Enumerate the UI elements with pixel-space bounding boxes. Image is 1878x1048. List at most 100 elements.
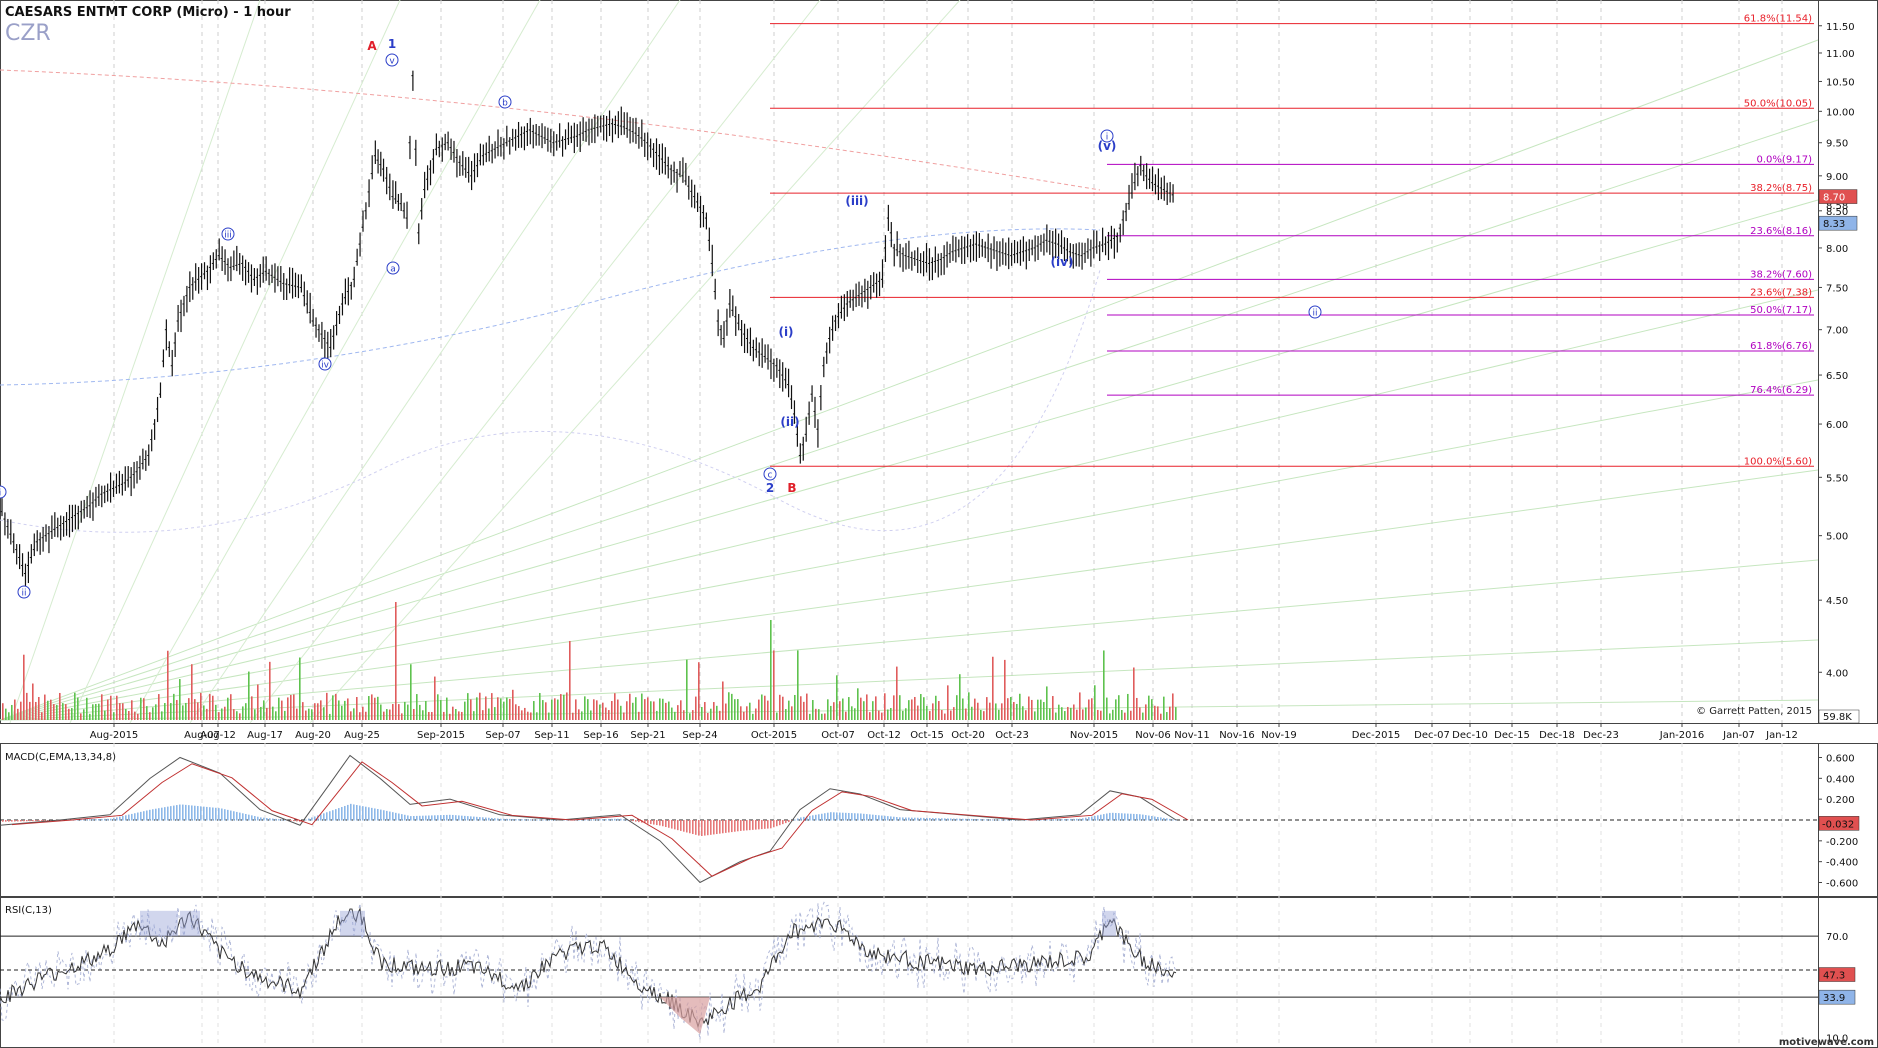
volume-bar bbox=[272, 706, 274, 720]
volume-bar bbox=[1160, 713, 1162, 720]
macd-hist-bar bbox=[866, 814, 868, 821]
volume-bar bbox=[59, 692, 61, 720]
fan-line bbox=[0, 469, 1819, 721]
macd-hist-bar bbox=[26, 820, 28, 822]
volume-bar bbox=[704, 702, 706, 720]
macd-hist-bar bbox=[449, 814, 451, 821]
volume-bar bbox=[1115, 699, 1117, 720]
macd-hist-bar bbox=[1133, 813, 1135, 821]
macd-hist-bar bbox=[494, 818, 496, 821]
volume-bar bbox=[470, 699, 472, 720]
volume-bar bbox=[959, 674, 961, 720]
fan-line bbox=[0, 39, 1819, 721]
macd-hist-bar bbox=[1070, 818, 1072, 821]
macd-hist-bar bbox=[584, 819, 586, 821]
macd-hist-bar bbox=[455, 815, 457, 821]
macd-hist-bar bbox=[689, 820, 691, 834]
volume-bar bbox=[32, 683, 34, 720]
volume-bar bbox=[944, 713, 946, 720]
volume-bar bbox=[20, 701, 22, 720]
macd-hist-bar bbox=[593, 819, 595, 821]
volume-bar bbox=[578, 709, 580, 720]
volume-bar bbox=[479, 692, 481, 720]
volume-bar bbox=[50, 699, 52, 720]
volume-bar bbox=[1016, 703, 1018, 720]
macd-hist-bar bbox=[1106, 813, 1108, 821]
volume-bar bbox=[1151, 699, 1153, 720]
volume-bar bbox=[236, 711, 238, 720]
macd-hist-bar bbox=[725, 820, 727, 833]
chart-svg[interactable]: 61.8%(11.54) 50.0%(10.05) 0.0%(9.17) 38.2%(… bbox=[0, 0, 1878, 1048]
volume-bar bbox=[308, 708, 310, 720]
volume-bar bbox=[383, 711, 385, 720]
macd-hist-bar bbox=[794, 819, 796, 821]
volume-bar bbox=[191, 664, 193, 720]
volume-bar bbox=[362, 706, 364, 720]
macd-hist-bar bbox=[383, 810, 385, 821]
volume-bar bbox=[404, 701, 406, 720]
volume-bar bbox=[923, 697, 925, 720]
volume-bar bbox=[956, 695, 958, 720]
volume-bar bbox=[413, 708, 415, 720]
volume-bar bbox=[158, 694, 160, 720]
macd-hist-bar bbox=[386, 810, 388, 821]
macd-hist-bar bbox=[278, 819, 280, 821]
volume-bar bbox=[338, 700, 340, 720]
macd-hist-bar bbox=[1151, 816, 1153, 821]
volume-bar bbox=[164, 703, 166, 720]
volume-bar bbox=[1049, 708, 1051, 720]
macd-hist-bar bbox=[32, 820, 34, 822]
macd-hist-bar bbox=[623, 819, 625, 821]
volume-bar bbox=[818, 709, 820, 720]
wave-label: A bbox=[367, 39, 377, 53]
macd-hist-bar bbox=[341, 807, 343, 821]
macd-hist-bar bbox=[680, 820, 682, 831]
volume-bar bbox=[584, 696, 586, 720]
macd-hist-bar bbox=[587, 819, 589, 821]
volume-bar bbox=[728, 692, 730, 720]
macd-hist-bar bbox=[647, 820, 649, 824]
volume-bar bbox=[602, 702, 604, 720]
macd-hist-bar bbox=[347, 804, 349, 821]
wave-label: (iii) bbox=[845, 194, 868, 208]
macd-hist-bar bbox=[359, 805, 361, 821]
volume-bar bbox=[881, 712, 883, 720]
macd-hist-bar bbox=[134, 813, 136, 821]
macd-hist-bar bbox=[614, 818, 616, 821]
macd-hist-bar bbox=[905, 817, 907, 821]
volume-bar bbox=[134, 711, 136, 720]
volume-bar bbox=[68, 708, 70, 720]
date-label: Dec-15 bbox=[1494, 730, 1530, 741]
volume-bar bbox=[77, 697, 79, 720]
macd-hist-bar bbox=[1085, 817, 1087, 821]
macd-hist-bar bbox=[788, 820, 790, 823]
volume-bar bbox=[740, 706, 742, 720]
volume-bar bbox=[689, 713, 691, 720]
last-price-badge: 8.70 bbox=[1823, 193, 1845, 204]
date-grid bbox=[113, 0, 1783, 1047]
macd-hist-bar bbox=[428, 815, 430, 821]
volume-bar bbox=[110, 695, 112, 720]
rsi-overbought-fill bbox=[340, 910, 365, 937]
date-label: Dec-23 bbox=[1583, 730, 1619, 741]
date-label: Nov-2015 bbox=[1070, 730, 1118, 741]
macd-hist-bar bbox=[179, 804, 181, 821]
volume-bar bbox=[1037, 699, 1039, 720]
volume-bar bbox=[743, 711, 745, 720]
volume-bar bbox=[764, 695, 766, 720]
macd-hist-bar bbox=[728, 820, 730, 833]
volume-bar bbox=[620, 705, 622, 720]
macd-hist-bar bbox=[29, 820, 31, 822]
price-label: 11.50 bbox=[1826, 22, 1855, 33]
volume-bar bbox=[185, 702, 187, 720]
volume-bar bbox=[857, 688, 859, 720]
fan-line bbox=[0, 379, 1819, 721]
volume-bar bbox=[488, 708, 490, 720]
volume-bar bbox=[434, 676, 436, 720]
macd-hist-bar bbox=[188, 805, 190, 821]
volume-bar bbox=[608, 710, 610, 720]
volume-bar bbox=[71, 708, 73, 720]
macd-hist-bar bbox=[236, 811, 238, 821]
volume-bar bbox=[980, 709, 982, 720]
macd-hist-bar bbox=[233, 811, 235, 821]
